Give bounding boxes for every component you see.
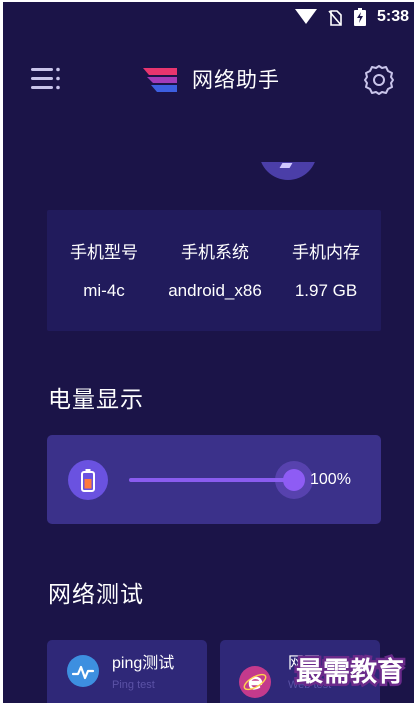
device-os-value: android_x86 [168, 281, 262, 300]
gear-icon [364, 65, 394, 95]
no-sim-icon [328, 10, 342, 26]
battery-level-thumb[interactable] [275, 461, 313, 499]
app-bar: 网络助手 [3, 46, 414, 106]
app-logo-icon [143, 68, 177, 92]
browser-e-icon [239, 666, 271, 698]
device-model-label: 手机型号 [70, 243, 138, 263]
app-title: 网络助手 [192, 68, 280, 92]
battery-percent: 100% [310, 471, 351, 488]
menu-icon [31, 67, 60, 90]
battery-charging-icon [354, 8, 366, 26]
battery-card: 100% [47, 435, 381, 524]
device-model-value: mi-4c [83, 281, 125, 300]
menu-button[interactable] [29, 66, 63, 92]
ping-test-name: ping测试 [112, 655, 175, 672]
ping-pulse-icon [67, 655, 99, 687]
device-info-card: 手机型号 mi-4c 手机系统 android_x86 手机内存 1.97 GB [47, 210, 381, 331]
ping-test-card[interactable]: ping测试 Ping test [47, 640, 207, 703]
ping-test-subtitle: Ping test [112, 679, 155, 691]
battery-icon [81, 469, 95, 492]
status-bar: 5:38 [3, 2, 414, 30]
browser-e-glyph [243, 673, 267, 691]
battery-level-fill [129, 478, 291, 482]
settings-button[interactable] [361, 62, 397, 98]
ping-pulse-glyph [71, 665, 95, 680]
network-test-section-title: 网络测试 [48, 582, 144, 608]
battery-icon-badge [68, 460, 108, 500]
device-memory-value: 1.97 GB [294, 281, 358, 300]
battery-section-title: 电量显示 [48, 387, 144, 413]
watermark-text: 最需教育 [296, 656, 404, 688]
clock-time: 5:38 [377, 8, 410, 25]
device-memory-label: 手机内存 [292, 243, 360, 263]
battery-level-track [129, 478, 291, 482]
wifi-icon [295, 9, 317, 24]
device-os-label: 手机系统 [181, 243, 249, 263]
watermark-logo: 最需教育 [294, 654, 407, 691]
phone-screen: 5:38 网络助手 手机型号 mi-4c 手机系统 android_x86 手机… [3, 2, 414, 703]
